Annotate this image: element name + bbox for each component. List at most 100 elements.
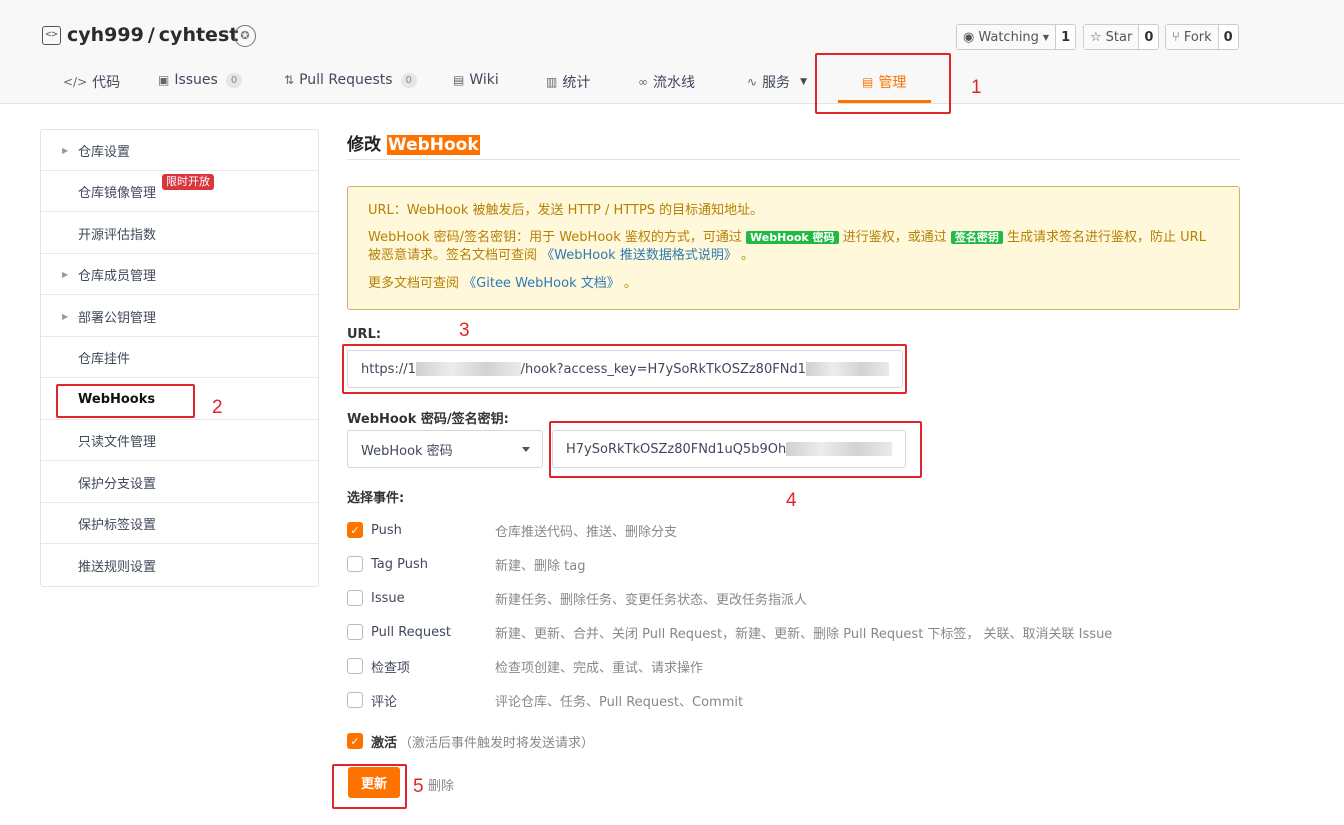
event-row-push: ✓ Push 仓库推送代码、推送、删除分支 [347,520,677,540]
pull-request-checkbox[interactable] [347,624,363,640]
tab-services[interactable]: ∿ 服务 ▼ [747,72,807,92]
event-desc: 检查项创建、完成、重试、请求操作 [495,660,704,676]
repo-owner-link[interactable]: cyh999 [67,24,144,46]
star-label: Star [1105,29,1133,45]
signature-key-badge: 签名密钥 [950,231,1003,244]
sidebar-item-protected-branches[interactable]: 保护分支设置 [41,462,318,503]
sidebar-item-protected-tags[interactable]: 保护标签设置 [41,503,318,544]
annotation-box [815,53,951,114]
tag-push-checkbox[interactable] [347,556,363,572]
webhook-notice: URL：WebHook 被触发后，发送 HTTP / HTTPS 的目标通知地址… [347,186,1240,310]
activate-row: ✓ 激活 （激活后事件触发时将发送请求） [347,731,594,751]
tab-label: Pull Requests [299,72,393,88]
secret-type-select[interactable]: WebHook 密码 [347,430,543,468]
star-count[interactable]: 0 [1139,25,1158,49]
sidebar-item-widgets[interactable]: 仓库挂件 [41,337,318,378]
repository-icon: <> [42,26,61,45]
tab-pull-requests[interactable]: ⇅ Pull Requests 0 [284,72,417,88]
annotation-number: 5 [413,776,424,797]
sidebar-item-label: 保护分支设置 [78,476,157,492]
issues-icon: ▣ [158,73,170,87]
sidebar-item-oss-index[interactable]: 开源评估指数 [41,213,318,254]
event-desc: 新建任务、删除任务、变更任务状态、更改任务指派人 [495,592,808,608]
tab-label: 统计 [562,75,591,91]
tab-label: 代码 [92,75,121,91]
page-title-prefix: 修改 [347,135,381,155]
pipeline-icon: ∞ [638,75,648,89]
sidebar-item-push-rules[interactable]: 推送规则设置 [41,545,318,586]
event-name: 评论 [371,694,398,710]
event-row-comment: 评论 评论仓库、任务、Pull Request、Commit [347,690,743,710]
event-name: 检查项 [371,660,411,676]
delete-link[interactable]: 删除 [428,775,454,794]
watching-count[interactable]: 1 [1056,25,1075,49]
event-desc: 评论仓库、任务、Pull Request、Commit [495,694,744,710]
activate-checkbox[interactable]: ✓ [347,733,363,749]
sidebar-item-label: 仓库成员管理 [78,268,157,284]
watching-button[interactable]: ◉ Watching ▼ 1 [956,24,1077,50]
tab-label: Wiki [469,72,499,88]
webhook-format-doc-link[interactable]: 《WebHook 推送数据格式说明》 [541,248,737,263]
event-name: Tag Push [371,556,429,572]
event-name: Pull Request [371,624,452,640]
event-row-check: 检查项 检查项创建、完成、重试、请求操作 [347,656,703,676]
sidebar-item-label: 推送规则设置 [78,560,157,575]
tab-pipeline[interactable]: ∞ 流水线 [638,72,695,92]
chevron-down-icon: ▼ [800,77,807,87]
activate-hint: （激活后事件触发时将发送请求） [399,735,595,751]
gitee-webhook-doc-link[interactable]: 《Gitee WebHook 文档》 [463,276,620,291]
limited-time-badge: 限时开放 [162,174,214,190]
annotation-number: 1 [971,77,982,98]
event-row-pull-request: Pull Request 新建、更新、合并、关闭 Pull Request，新建… [347,622,1112,642]
event-name: Push [371,522,402,538]
url-label: URL: [347,327,382,342]
bar-chart-icon: ▥ [546,75,558,89]
fork-button[interactable]: ⑂ Fork 0 [1165,24,1239,50]
tab-count: 0 [225,72,243,88]
watching-label: Watching [978,29,1039,45]
repo-badge-icon[interactable]: ✪ [234,25,256,47]
check-checkbox[interactable] [347,658,363,674]
caret-right-icon: ▶ [62,145,69,155]
notice-text: 进行鉴权，或通过 [842,230,947,245]
sidebar-item-deploy-keys[interactable]: ▶ 部署公钥管理 [41,296,318,337]
event-desc: 新建、删除 tag [495,558,586,574]
event-desc: 仓库推送代码、推送、删除分支 [495,524,678,540]
event-name: Issue [371,590,405,606]
caret-right-icon: ▶ [62,269,69,279]
sidebar-item-label: 保护标签设置 [78,517,157,533]
comment-checkbox[interactable] [347,692,363,708]
sidebar-item-label: 开源评估指数 [78,227,157,243]
sidebar-item-label: 仓库镜像管理 [78,185,157,201]
activate-label: 激活 [371,735,398,751]
fork-count[interactable]: 0 [1219,25,1238,49]
event-row-issue: Issue 新建任务、删除任务、变更任务状态、更改任务指派人 [347,588,807,608]
sidebar-item-members[interactable]: ▶ 仓库成员管理 [41,254,318,295]
notice-docs-line: 更多文档可查阅 《Gitee WebHook 文档》 。 [368,274,1219,293]
notice-secret-line: WebHook 密码/签名密钥：用于 WebHook 鉴权的方式，可通过 Web… [368,229,1219,265]
star-button[interactable]: ☆ Star 0 [1083,24,1160,50]
notice-text: WebHook 密码/签名密钥：用于 WebHook 鉴权的方式，可通过 [368,230,742,245]
repo-name-link[interactable]: cyhtest [159,24,239,46]
sidebar-item-label: 仓库挂件 [78,351,131,367]
sidebar-item-repo-settings[interactable]: ▶ 仓库设置 [41,130,318,171]
sidebar-item-readonly-files[interactable]: 只读文件管理 [41,420,318,461]
tab-label: 服务 [762,75,791,91]
tab-stats[interactable]: ▥ 统计 [546,72,590,92]
settings-sidebar: ▶ 仓库设置 仓库镜像管理 开源评估指数 ▶ 仓库成员管理 ▶ 部署公钥管理 仓库挂件… [40,129,319,587]
webhook-password-badge: WebHook 密码 [746,231,839,244]
issue-checkbox[interactable] [347,590,363,606]
annotation-number: 4 [786,490,797,511]
secret-label: WebHook 密码/签名密钥: [347,412,509,427]
annotation-box [332,764,407,809]
page-title-highlight: WebHook [386,135,480,155]
tab-issues[interactable]: ▣ Issues 0 [158,72,243,88]
tab-wiki[interactable]: ▤ Wiki [453,72,499,88]
tab-label: Issues [174,72,218,88]
fork-label: Fork [1183,29,1212,45]
divider [347,159,1240,160]
secret-type-value: WebHook 密码 [361,443,453,459]
repo-tabs: </> 代码 ▣ Issues 0 ⇅ Pull Requests 0 ▤ Wiki ▥ 统计… [0,62,1344,104]
push-checkbox[interactable]: ✓ [347,522,363,538]
tab-code[interactable]: </> 代码 [63,72,120,92]
